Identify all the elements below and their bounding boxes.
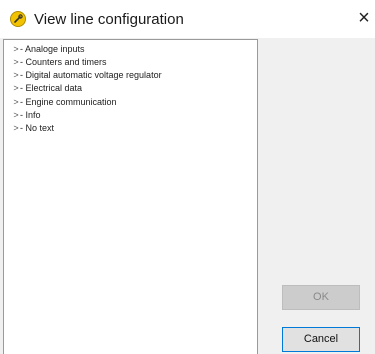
configuration-tree[interactable]: > - Analoge inputs > - Counters and time…	[3, 39, 258, 354]
tree-item-label: - Analoge inputs	[20, 44, 85, 54]
tree-item-engine-communication[interactable]: > - Engine communication	[4, 95, 254, 109]
cancel-button[interactable]: Cancel	[282, 327, 360, 352]
tree-item-label: - Electrical data	[20, 83, 83, 93]
tree-item-digital-avr[interactable]: > - Digital automatic voltage regulator	[4, 68, 254, 82]
ok-button[interactable]: OK	[282, 285, 360, 310]
tree-item-analoge-inputs[interactable]: > - Analoge inputs	[4, 42, 254, 56]
title-bar: View line configuration ×	[0, 0, 375, 38]
tree-item-label: - Info	[20, 110, 41, 120]
tree-item-label: - Digital automatic voltage regulator	[20, 70, 162, 80]
tree-item-counters-and-timers[interactable]: > - Counters and timers	[4, 55, 254, 69]
tree-item-label: - Counters and timers	[20, 57, 107, 67]
wrench-badge-icon	[10, 11, 26, 27]
tree-item-no-text[interactable]: > - No text	[4, 121, 254, 135]
close-icon[interactable]: ×	[354, 8, 374, 28]
tree-item-info[interactable]: > - Info	[4, 108, 254, 122]
tree-item-label: - No text	[20, 123, 55, 133]
tree-item-label: - Engine communication	[20, 97, 117, 107]
window-title: View line configuration	[34, 11, 184, 28]
tree-item-electrical-data[interactable]: > - Electrical data	[4, 81, 254, 95]
